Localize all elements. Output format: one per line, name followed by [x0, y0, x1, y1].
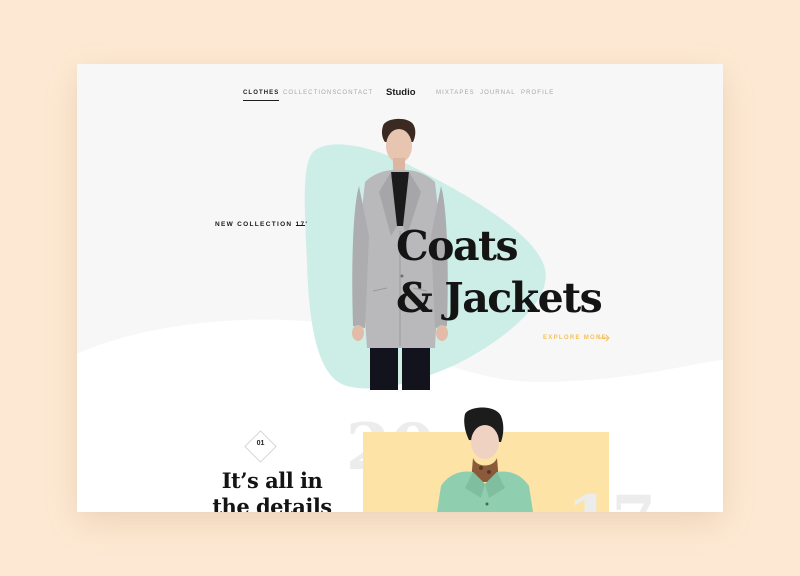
nav-link-clothes[interactable]: CLOTHES — [243, 90, 280, 101]
nav-link-contact[interactable]: CONTACT — [337, 90, 373, 96]
tagline-divider — [296, 225, 305, 226]
nav-link-collections[interactable]: COLLECTIONS — [283, 90, 337, 96]
brand-logo[interactable]: Studio — [386, 87, 416, 98]
section-title-line-1: It’s all in — [221, 468, 323, 493]
arrow-right-icon[interactable] — [598, 334, 610, 342]
collection-tagline: NEW COLLECTION 17' — [215, 221, 309, 228]
nav-link-journal[interactable]: JOURNAL — [480, 90, 516, 96]
nav-link-mixtapes[interactable]: MIXTAPES — [436, 90, 475, 96]
year-watermark-bottom: 17 — [567, 488, 656, 513]
browser-window: CLOTHES COLLECTIONS CONTACT Studio MIXTA… — [77, 64, 723, 512]
hero-title: Coats & Jackets — [396, 220, 603, 324]
section-title: It’s all in the details — [197, 468, 347, 512]
top-navigation: CLOTHES COLLECTIONS CONTACT Studio MIXTA… — [77, 87, 723, 104]
hero-title-line-1: Coats — [396, 222, 519, 270]
model-green-jacket-image — [437, 407, 533, 512]
section-number: 01 — [256, 440, 265, 447]
nav-link-profile[interactable]: PROFILE — [521, 90, 554, 96]
section-title-line-2: the details — [212, 494, 332, 512]
hero-title-line-2: & Jackets — [396, 274, 603, 322]
